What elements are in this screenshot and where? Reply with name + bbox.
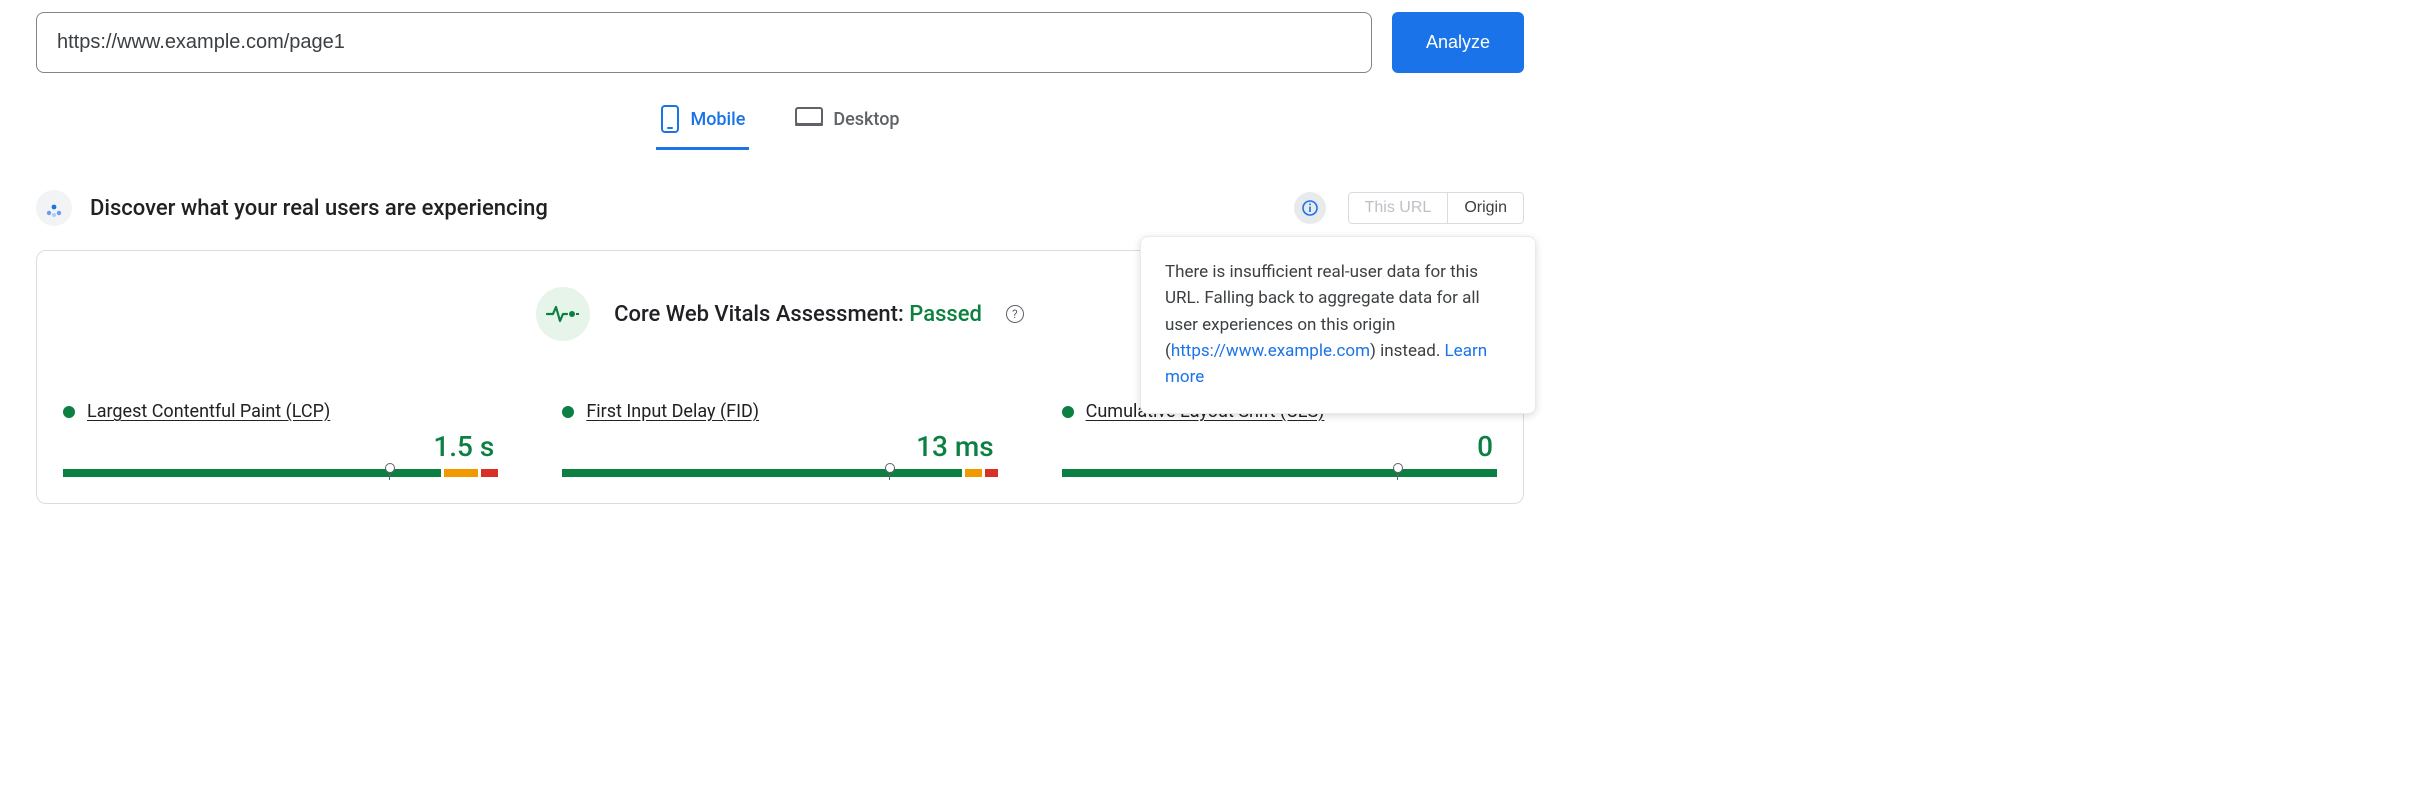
mobile-icon bbox=[660, 105, 680, 133]
metric-fid-bar bbox=[562, 469, 997, 479]
tab-mobile[interactable]: Mobile bbox=[656, 97, 749, 150]
metric-lcp-value: 1.5 s bbox=[63, 430, 498, 463]
discover-title: Discover what your real users are experi… bbox=[90, 196, 1276, 221]
metric-lcp: Largest Contentful Paint (LCP) 1.5 s bbox=[63, 401, 498, 479]
insufficient-data-tooltip: There is insufficient real-user data for… bbox=[1140, 236, 1536, 414]
assessment-status: Passed bbox=[909, 302, 982, 327]
desktop-icon bbox=[795, 105, 823, 133]
field-data-icon bbox=[36, 190, 72, 226]
metric-lcp-bar bbox=[63, 469, 498, 479]
status-dot-icon bbox=[1062, 406, 1074, 418]
scope-this-url-button[interactable]: This URL bbox=[1349, 193, 1448, 223]
metric-fid-name[interactable]: First Input Delay (FID) bbox=[586, 401, 759, 422]
metric-fid-value: 13 ms bbox=[562, 430, 997, 463]
tooltip-text-after: ) instead. bbox=[1370, 341, 1445, 361]
discover-row: Discover what your real users are experi… bbox=[36, 190, 1524, 226]
help-icon[interactable]: ? bbox=[1006, 305, 1024, 323]
metric-lcp-name[interactable]: Largest Contentful Paint (LCP) bbox=[87, 401, 330, 422]
status-dot-icon bbox=[562, 406, 574, 418]
assessment-label: Core Web Vitals Assessment: bbox=[614, 302, 909, 327]
status-dot-icon bbox=[63, 406, 75, 418]
pulse-icon bbox=[536, 287, 590, 341]
tab-desktop[interactable]: Desktop bbox=[791, 97, 903, 150]
url-input[interactable] bbox=[36, 12, 1372, 73]
assessment-text: Core Web Vitals Assessment: Passed bbox=[614, 302, 982, 327]
device-tabs: Mobile Desktop bbox=[36, 97, 1524, 150]
scope-toggle: This URL Origin bbox=[1348, 192, 1524, 224]
metric-fid: First Input Delay (FID) 13 ms bbox=[562, 401, 997, 479]
scope-origin-button[interactable]: Origin bbox=[1447, 193, 1523, 223]
info-icon[interactable] bbox=[1294, 192, 1326, 224]
tab-desktop-label: Desktop bbox=[833, 109, 899, 130]
tab-mobile-label: Mobile bbox=[690, 109, 745, 130]
metric-cls-bar bbox=[1062, 469, 1497, 479]
search-row: Analyze bbox=[36, 12, 1524, 73]
analyze-button[interactable]: Analyze bbox=[1392, 12, 1524, 73]
metric-cls-value: 0 bbox=[1062, 430, 1497, 463]
tooltip-origin-link[interactable]: https://www.example.com bbox=[1171, 341, 1370, 361]
